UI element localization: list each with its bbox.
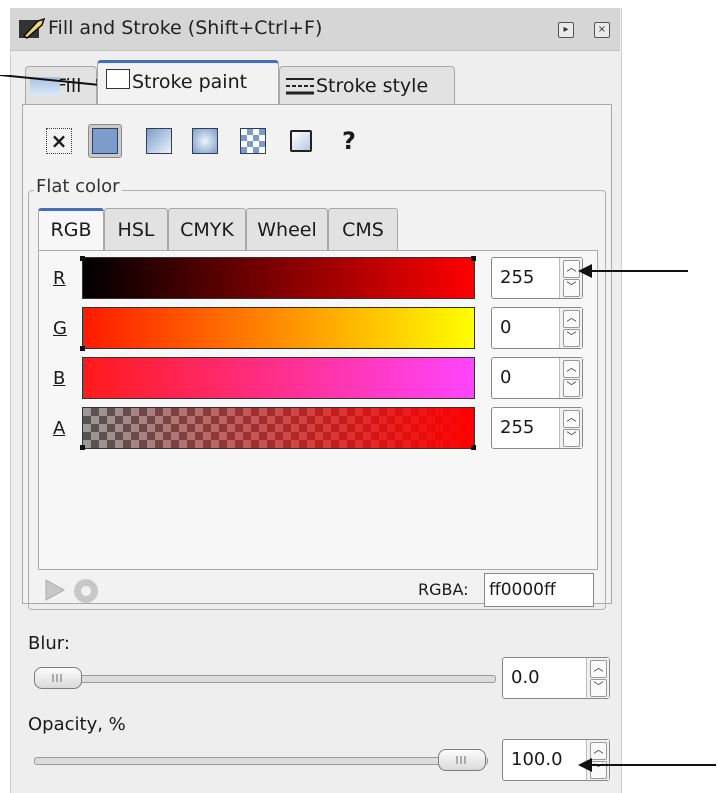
increment-icon[interactable]: ︿ (563, 360, 580, 378)
rgba-input[interactable]: ff0000ff (484, 573, 594, 607)
paintbrush-icon (19, 17, 46, 39)
grip-icon (456, 756, 468, 764)
tab-wheel[interactable]: Wheel (246, 208, 328, 250)
dialog-title: Fill and Stroke (Shift+Ctrl+F) (48, 17, 323, 39)
alpha-spinbox[interactable]: 255 ︿ ﹀ (491, 407, 583, 449)
play-icon: ▸ (563, 24, 569, 35)
blur-label: Blur: (28, 633, 70, 654)
slider-marker (471, 256, 476, 261)
pattern-icon (240, 128, 266, 154)
slider-marker (471, 445, 476, 450)
flat-color-label: Flat color (34, 176, 122, 197)
linear-gradient-button[interactable] (142, 124, 176, 158)
green-slider[interactable] (82, 307, 475, 349)
annotation-arrow-red (590, 270, 688, 272)
opacity-slider-track[interactable] (34, 757, 488, 765)
increment-icon[interactable]: ︿ (563, 410, 580, 428)
red-spinbox[interactable]: 255 ︿ ﹀ (491, 257, 583, 299)
opacity-slider-thumb[interactable] (438, 749, 486, 771)
channel-label-a: A (53, 418, 66, 439)
radial-gradient-button[interactable] (188, 124, 222, 158)
grip-icon (52, 674, 64, 682)
arrow-icon (578, 758, 592, 772)
tab-rgb[interactable]: RGB (38, 208, 104, 250)
increment-icon[interactable]: ︿ (590, 660, 607, 678)
green-spinbox[interactable]: 0 ︿ ﹀ (491, 307, 583, 349)
color-managed-icon[interactable] (72, 577, 100, 605)
flat-color-button[interactable] (88, 124, 122, 158)
annotation-arrow-opacity (590, 764, 716, 766)
red-slider[interactable] (82, 257, 475, 299)
close-icon: × (597, 24, 607, 35)
stroke-style-icon (286, 78, 314, 95)
question-icon: ? (342, 127, 356, 155)
tab-cmyk[interactable]: CMYK (168, 208, 246, 250)
slider-marker (80, 256, 85, 261)
rgba-label: RGBA: (418, 580, 469, 599)
blur-slider-track[interactable] (34, 675, 496, 683)
decrement-icon[interactable]: ﹀ (563, 379, 580, 397)
blur-slider-thumb[interactable] (34, 667, 82, 689)
stroke-swatch-icon (106, 69, 130, 89)
unset-paint-button[interactable]: ? (332, 124, 366, 158)
pattern-button[interactable] (236, 124, 270, 158)
opacity-spinbox[interactable]: 100.0 ︿ ﹀ (502, 739, 610, 781)
close-button[interactable]: × (594, 22, 610, 38)
channel-label-g: G (53, 318, 67, 339)
decrement-icon[interactable]: ﹀ (563, 279, 580, 297)
tab-cms[interactable]: CMS (328, 208, 398, 250)
no-paint-icon: × (46, 128, 72, 154)
flat-color-icon (92, 128, 118, 154)
swatch-icon (290, 130, 312, 152)
alpha-slider[interactable] (82, 407, 475, 449)
color-picker-icon[interactable] (42, 577, 68, 603)
annotation-arrow-tab (0, 75, 112, 91)
blur-spinbox[interactable]: 0.0 ︿ ﹀ (502, 657, 610, 699)
decrement-icon[interactable]: ﹀ (590, 679, 607, 697)
dock-button[interactable]: ▸ (558, 22, 574, 38)
blue-slider[interactable] (82, 357, 475, 399)
increment-icon[interactable]: ︿ (590, 742, 607, 760)
tab-stroke-style[interactable]: Stroke style (279, 66, 455, 104)
decrement-icon[interactable]: ﹀ (563, 329, 580, 347)
decrement-icon[interactable]: ﹀ (563, 429, 580, 447)
arrow-icon (578, 264, 592, 278)
slider-marker (80, 346, 85, 351)
no-paint-button[interactable]: × (42, 124, 76, 158)
opacity-label: Opacity, % (28, 714, 126, 735)
channel-label-r: R (53, 268, 66, 289)
tab-hsl[interactable]: HSL (104, 208, 168, 250)
radial-gradient-icon (192, 128, 218, 154)
slider-marker (80, 445, 85, 450)
swatch-button[interactable] (284, 124, 318, 158)
channel-label-b: B (53, 368, 66, 389)
increment-icon[interactable]: ︿ (563, 310, 580, 328)
blue-spinbox[interactable]: 0 ︿ ﹀ (491, 357, 583, 399)
linear-gradient-icon (146, 128, 172, 154)
tab-stroke-paint[interactable]: Stroke paint (97, 60, 279, 104)
